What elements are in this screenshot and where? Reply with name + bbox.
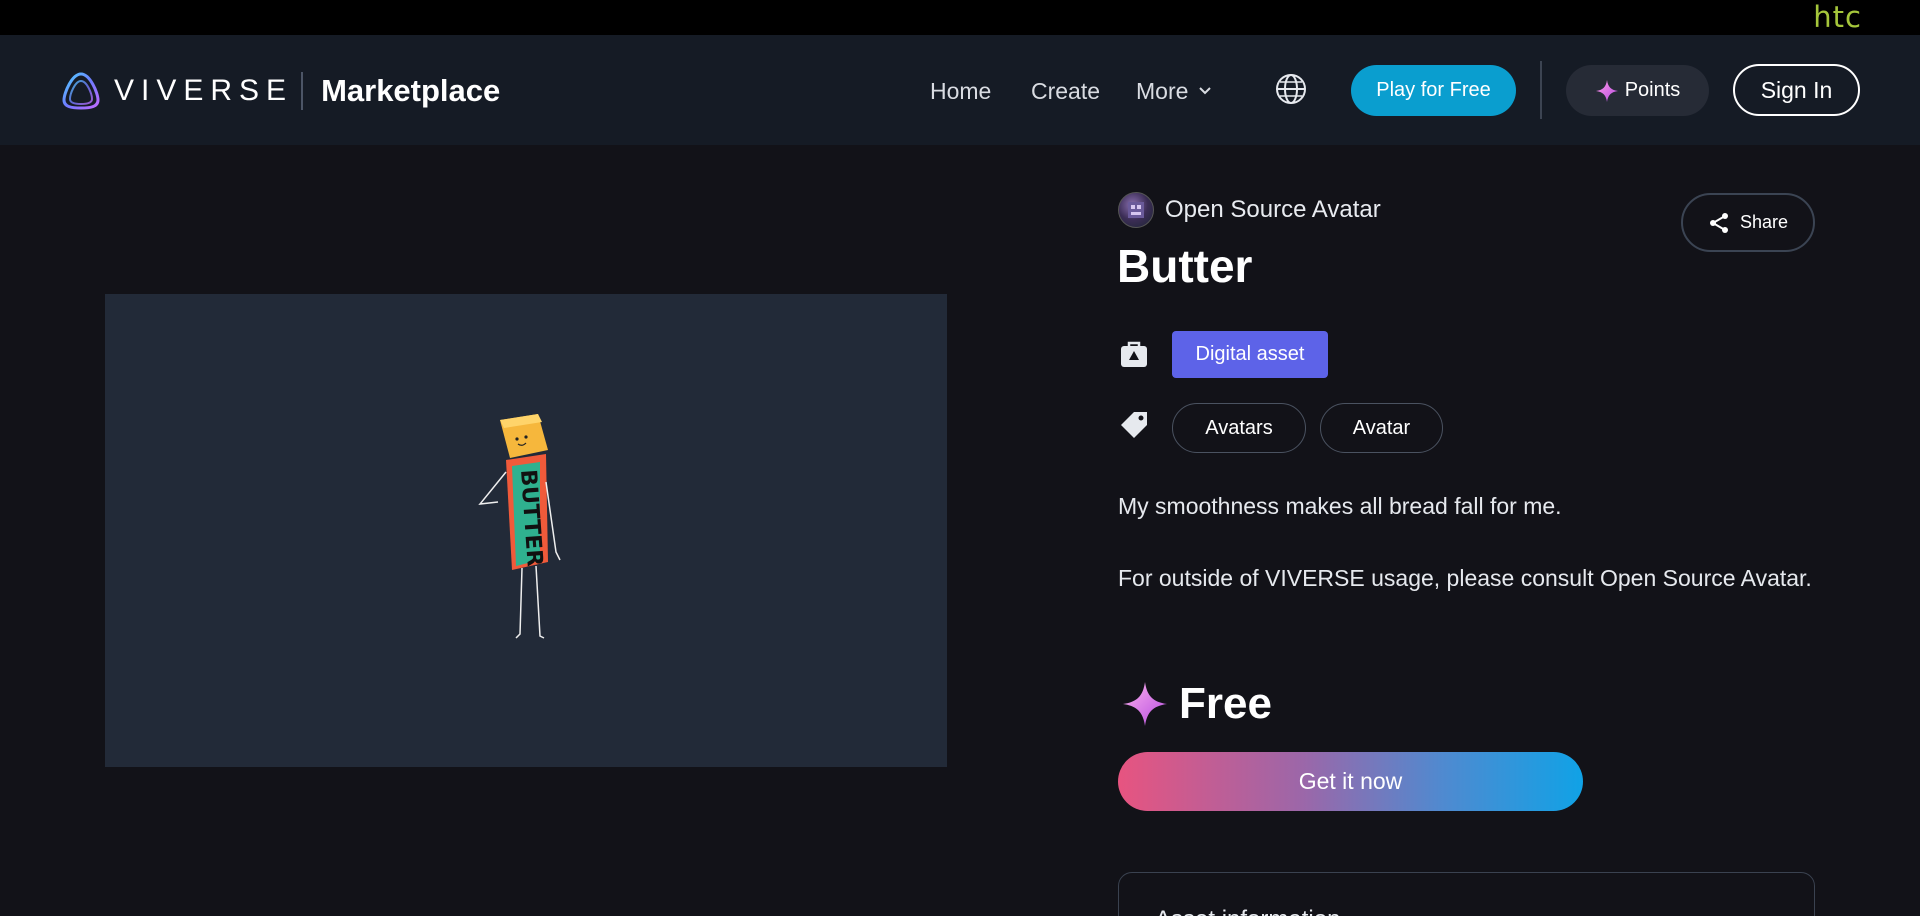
tag-icon <box>1121 412 1147 438</box>
htc-logo[interactable]: htc <box>1813 3 1862 32</box>
asset-preview[interactable]: BUTTER <box>105 294 947 767</box>
points-label: Points <box>1624 79 1681 101</box>
bag-icon <box>1121 341 1147 367</box>
sparkle-icon <box>1595 79 1618 102</box>
creator-link[interactable]: Open Source Avatar <box>1118 192 1381 228</box>
brand-logo[interactable]: VIVERSE Marketplace <box>60 71 500 111</box>
viverse-logo-icon <box>62 72 100 110</box>
asset-information-title: Asset information <box>1155 905 1340 916</box>
nav-home[interactable]: Home <box>930 77 991 105</box>
brand-word: VIVERSE <box>114 74 294 107</box>
sparkle-icon <box>1123 682 1167 726</box>
creator-avatar-icon <box>1128 202 1144 218</box>
usage-note: For outside of VIVERSE usage, please con… <box>1118 565 1812 591</box>
share-icon <box>1709 212 1728 233</box>
brand-section: Marketplace <box>321 73 501 108</box>
nav-more-label: More <box>1136 78 1189 104</box>
globe-icon[interactable] <box>1275 73 1307 105</box>
creator-avatar <box>1118 192 1154 228</box>
asset-information-card[interactable]: Asset information <box>1118 872 1815 916</box>
htc-bar: htc <box>0 0 1920 35</box>
sign-in-button[interactable]: Sign In <box>1733 64 1860 116</box>
price-label: Free <box>1179 679 1272 728</box>
creator-name: Open Source Avatar <box>1165 196 1381 223</box>
price: Free <box>1121 676 1272 732</box>
tag-pill[interactable]: Avatars <box>1172 403 1306 453</box>
tag-pill[interactable]: Avatar <box>1320 403 1443 453</box>
header-divider <box>1540 61 1542 119</box>
site-header: VIVERSE Marketplace Home Create More Pla… <box>0 35 1920 145</box>
chevron-down-icon <box>1199 87 1212 95</box>
play-for-free-button[interactable]: Play for Free <box>1351 65 1516 116</box>
get-it-now-button[interactable]: Get it now <box>1118 752 1583 811</box>
brand-divider <box>301 72 304 110</box>
asset-type-badge: Digital asset <box>1172 331 1328 378</box>
butter-avatar-image: BUTTER <box>478 414 561 639</box>
nav-create[interactable]: Create <box>1031 77 1100 105</box>
share-label: Share <box>1739 212 1789 232</box>
asset-title: Butter <box>1117 240 1253 292</box>
nav-more[interactable]: More <box>1136 77 1212 105</box>
points-button[interactable]: Points <box>1566 65 1709 116</box>
asset-description: My smoothness makes all bread fall for m… <box>1118 493 1562 519</box>
share-button[interactable]: Share <box>1681 193 1815 252</box>
